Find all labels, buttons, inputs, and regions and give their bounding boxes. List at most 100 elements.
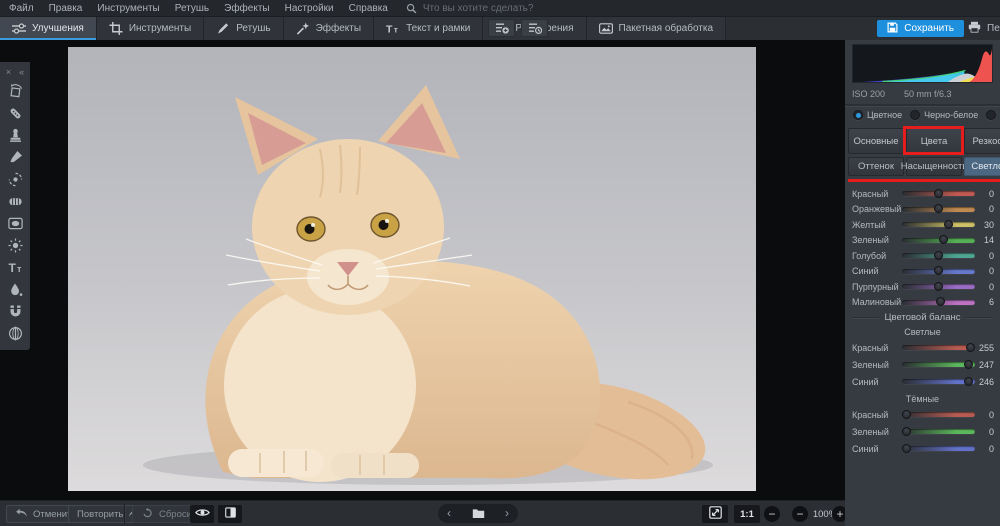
open-folder-icon[interactable] — [472, 508, 485, 519]
slider-knob[interactable] — [964, 359, 973, 369]
zoom-actual-button[interactable]: 1:1 — [734, 505, 760, 523]
slider-label: Красный — [852, 342, 889, 353]
slider-track[interactable] — [902, 281, 975, 291]
menu-item-инструменты[interactable]: Инструменты — [97, 3, 159, 14]
distortion-tool[interactable] — [3, 322, 27, 344]
slider-knob[interactable] — [934, 250, 943, 260]
radio-icon — [910, 110, 921, 120]
slider-label: Пурпурный — [852, 281, 899, 292]
menu-item-настройки[interactable]: Настройки — [285, 3, 334, 14]
panel-subtab-светлота[interactable]: Светлота — [964, 157, 1000, 176]
slider-value: 0 — [988, 204, 994, 215]
process-history-button[interactable] — [521, 19, 548, 37]
save-button[interactable]: Сохранить — [877, 20, 964, 37]
panel-tab-основные[interactable]: Основные — [848, 128, 904, 154]
slider-track[interactable] — [902, 219, 975, 229]
slider-label: Красный — [852, 188, 889, 199]
panel-subtab-насыщенность[interactable]: Насыщенность — [901, 157, 967, 176]
vignette-tool[interactable] — [3, 212, 27, 234]
slider-knob[interactable] — [934, 204, 943, 214]
slider-knob[interactable] — [902, 409, 911, 419]
toolbar-tab-инструменты[interactable]: Инструменты — [96, 17, 205, 40]
teeth-whitening-icon — [8, 194, 23, 209]
slider-knob[interactable] — [935, 297, 945, 307]
slider-track[interactable] — [902, 266, 975, 276]
slider-track[interactable] — [902, 342, 975, 352]
cat-photo[interactable] — [68, 47, 756, 491]
collapse-icon[interactable]: « — [19, 67, 24, 77]
before-after-compare-button[interactable] — [218, 505, 242, 523]
rotate-crop-tool[interactable] — [3, 80, 27, 102]
preview-eye-button[interactable] — [190, 505, 214, 523]
slider-track[interactable] — [902, 250, 975, 260]
menu-item-правка[interactable]: Правка — [49, 3, 83, 14]
save-icon — [887, 22, 898, 36]
slider-track[interactable] — [902, 376, 975, 386]
text-tool-tool[interactable]: Tт — [3, 256, 27, 278]
panel-tab-резкость[interactable]: Резкость — [964, 128, 1000, 154]
slider-row-оранжевый: Оранжевый 0 — [845, 202, 1000, 218]
panel-divider — [845, 104, 1000, 106]
toolbar-tab-ретушь[interactable]: Ретушь — [204, 17, 284, 40]
clone-stamp-tool[interactable] — [3, 124, 27, 146]
brush-icon — [8, 150, 23, 165]
process-history-icon — [528, 22, 542, 34]
zoom-out-button-2[interactable]: − — [792, 506, 808, 522]
slider-row-красный: Красный 255 — [845, 339, 1000, 356]
zoom-out-button[interactable]: − — [764, 506, 780, 522]
slider-track[interactable] — [902, 359, 975, 369]
slider-track[interactable] — [902, 235, 975, 245]
panel-subtab-оттенок[interactable]: Оттенок — [848, 157, 904, 176]
slider-knob[interactable] — [938, 235, 948, 245]
mode-негатив[interactable]: Негатив — [986, 110, 1000, 120]
slider-knob[interactable] — [902, 426, 911, 436]
exif-iso: ISO 200 — [852, 89, 886, 99]
toolbar-tab-улучшения[interactable]: Улучшения — [0, 17, 97, 40]
toolbar-tab-пакетная-обработка[interactable]: Пакетная обработка — [586, 17, 727, 40]
batch-icon — [598, 22, 613, 35]
add-preset-button[interactable] — [488, 19, 515, 37]
toolbar-tab-текст-и-рамки[interactable]: Tт Текст и рамки — [374, 17, 484, 40]
menu-item-файл[interactable]: Файл — [9, 3, 34, 14]
slider-knob[interactable] — [966, 342, 975, 352]
menu-item-эффекты[interactable]: Эффекты — [224, 3, 269, 14]
slider-track[interactable] — [902, 443, 975, 453]
slider-knob[interactable] — [934, 266, 943, 276]
radio-icon — [853, 110, 863, 120]
next-arrow-icon[interactable]: › — [505, 507, 509, 519]
brush-tool[interactable] — [3, 146, 27, 168]
slider-knob[interactable] — [902, 443, 911, 453]
slider-track[interactable] — [902, 297, 975, 307]
toolbar-tab-эффекты[interactable]: Эффекты — [283, 17, 375, 40]
left-tools-header: × « — [6, 65, 24, 78]
brightness-local-tool[interactable] — [3, 234, 27, 256]
mode-черно-белое[interactable]: Черно-белое — [910, 110, 978, 120]
slider-track[interactable] — [902, 204, 975, 214]
menu-item-ретушь[interactable]: Ретушь — [175, 3, 209, 14]
magnet-selection-tool[interactable] — [3, 300, 27, 322]
prev-arrow-icon[interactable]: ‹ — [447, 507, 451, 519]
slider-knob[interactable] — [934, 281, 943, 291]
slider-track[interactable] — [902, 188, 975, 198]
color-balance-title-text: Цветовой баланс — [884, 312, 961, 323]
adjust-sliders-icon — [12, 22, 26, 35]
annotation-red-underline — [848, 179, 1000, 182]
healing-patch-tool[interactable] — [3, 102, 27, 124]
slider-track[interactable] — [902, 409, 975, 419]
menu-item-справка[interactable]: Справка — [349, 3, 388, 14]
add-preset-icon — [495, 22, 509, 34]
fill-color-tool[interactable] — [3, 278, 27, 300]
teeth-whitening-tool[interactable] — [3, 190, 27, 212]
slider-knob[interactable] — [943, 219, 953, 229]
slider-track[interactable] — [902, 426, 975, 436]
global-search[interactable]: Что вы хотите сделать? — [406, 3, 533, 14]
close-icon[interactable]: × — [6, 67, 11, 77]
slider-knob[interactable] — [963, 376, 973, 386]
red-eye-tool[interactable] — [3, 168, 27, 190]
magic-wand-icon — [296, 22, 310, 35]
mode-цветное[interactable]: Цветное — [853, 110, 902, 120]
slider-value: 0 — [988, 188, 994, 199]
print-button[interactable]: Печать — [968, 20, 1000, 37]
slider-knob[interactable] — [934, 188, 943, 198]
fit-screen-button[interactable] — [702, 505, 728, 523]
